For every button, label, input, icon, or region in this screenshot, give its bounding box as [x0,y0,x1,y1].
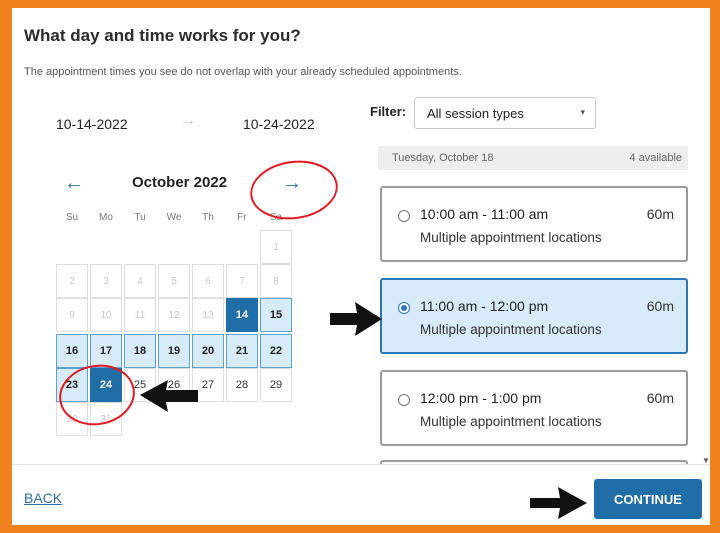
calendar-day-2: 2 [56,264,88,298]
calendar-day-25[interactable]: 25 [124,368,156,402]
previous-month-arrow-icon[interactable]: ← [64,172,84,195]
slot-location: Multiple appointment locations [420,230,602,245]
calendar-day-5: 5 [158,264,190,298]
calendar-day-29[interactable]: 29 [260,368,292,402]
weekday-label: Fr [237,212,247,223]
calendar-month-title: October 2022 [132,174,228,191]
calendar-day-3: 3 [90,264,122,298]
calendar-day-11: 11 [124,298,156,332]
slot-location: Multiple appointment locations [420,322,602,337]
calendar-day-17[interactable]: 17 [90,334,122,368]
next-month-arrow-icon[interactable]: → [282,172,302,195]
slots-available-count: 4 available [629,152,682,164]
calendar-day-9: 9 [56,298,88,332]
calendar-day-26[interactable]: 26 [158,368,190,402]
slot-time: 11:00 am - 12:00 pm [420,298,549,314]
chevron-down-icon: ▾ [580,107,585,117]
calendar-day-14[interactable]: 14 [226,298,258,332]
slot-duration: 60m [646,206,674,222]
calendar-day-16[interactable]: 16 [56,334,88,368]
calendar-day-23[interactable]: 23 [56,368,88,402]
time-slot-option-selected[interactable]: 11:00 am - 12:00 pm 60m Multiple appoint… [380,278,688,354]
slots-header: Tuesday, October 18 4 available [378,146,688,170]
calendar-day-18[interactable]: 18 [124,334,156,368]
slot-duration: 60m [646,390,674,406]
calendar-day-6: 6 [192,264,224,298]
calendar-day-22[interactable]: 22 [260,334,292,368]
calendar-day-31: 31 [90,402,122,436]
range-start-date: 10-14-2022 [56,116,128,132]
weekday-label: Su [65,212,79,223]
filter-label: Filter: [370,104,407,119]
calendar-day-19[interactable]: 19 [158,334,190,368]
calendar-day-13: 13 [192,298,224,332]
weekday-label: We [166,212,182,223]
calendar-day-20[interactable]: 20 [192,334,224,368]
slot-location: Multiple appointment locations [420,414,602,429]
calendar-day-10: 10 [90,298,122,332]
calendar-day-4: 4 [124,264,156,298]
calendar-day-27[interactable]: 27 [192,368,224,402]
continue-button[interactable]: CONTINUE [594,479,702,519]
slot-time: 10:00 am - 11:00 am [420,206,549,222]
slot-radio-selected[interactable] [398,302,410,314]
session-type-select[interactable]: All session types ▾ [414,97,596,129]
slot-radio[interactable] [398,394,410,406]
calendar-day-30: 30 [56,402,88,436]
calendar-day-15[interactable]: 15 [260,298,292,332]
weekday-label: Tu [134,212,146,223]
session-type-value: All session types [427,106,524,121]
calendar-day-12: 12 [158,298,190,332]
weekday-label: Th [202,212,214,223]
calendar-day-1: 1 [260,230,292,264]
weekday-label: Sa [269,212,283,223]
range-arrow-icon: → [180,112,196,129]
slot-radio[interactable] [398,210,410,222]
calendar-day-24[interactable]: 24 [90,368,122,402]
back-link[interactable]: BACK [24,490,62,506]
calendar-day-28[interactable]: 28 [226,368,258,402]
calendar-day-7: 7 [226,264,258,298]
calendar-day-21[interactable]: 21 [226,334,258,368]
weekday-label: Mo [99,212,113,223]
slots-date: Tuesday, October 18 [392,152,494,164]
scheduler-panel: What day and time works for you? The app… [12,8,710,525]
slot-duration: 60m [646,298,674,314]
footer-divider [12,464,710,465]
slot-time: 12:00 pm - 1:00 pm [420,390,542,406]
time-slot-list[interactable]: 10:00 am - 11:00 am 60m Multiple appoint… [378,178,698,464]
range-end-date: 10-24-2022 [243,116,315,132]
page-subtitle: The appointment times you see do not ove… [24,66,462,78]
time-slot-option[interactable]: 12:00 pm - 1:00 pm 60m Multiple appointm… [380,370,688,446]
calendar-day-8: 8 [260,264,292,298]
page-title: What day and time works for you? [24,26,301,45]
time-slot-option[interactable]: 10:00 am - 11:00 am 60m Multiple appoint… [380,186,688,262]
